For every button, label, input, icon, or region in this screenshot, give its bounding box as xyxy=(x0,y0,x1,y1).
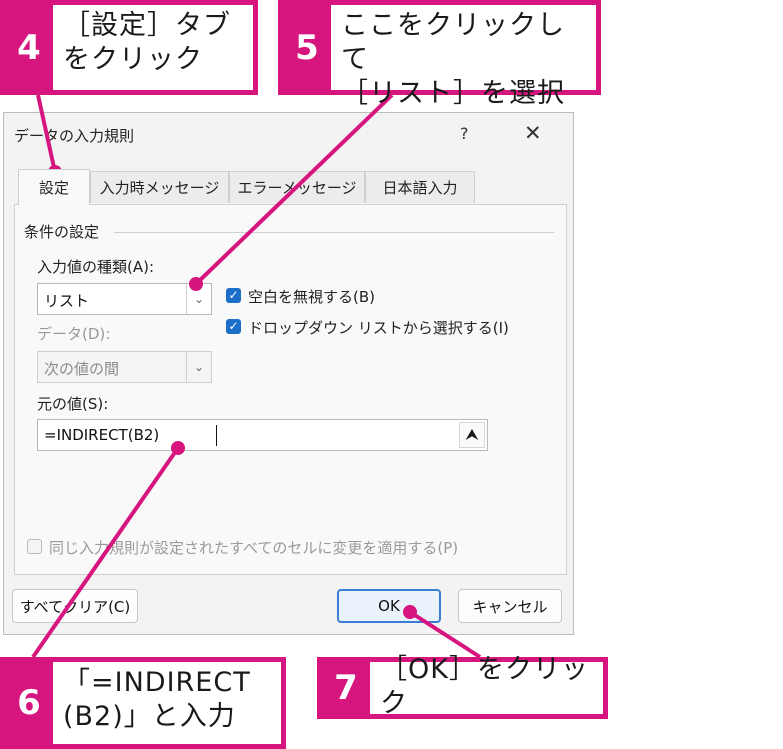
section-label: 条件の設定 xyxy=(24,223,100,241)
ignore-blank-label[interactable]: 空白を無視する(B) xyxy=(248,286,375,307)
tab-error-message[interactable]: エラーメッセージ xyxy=(229,171,365,203)
help-button[interactable]: ? xyxy=(460,124,469,143)
allow-combo-value: リスト xyxy=(44,292,90,310)
section-divider xyxy=(114,232,554,233)
tab-ime-mode[interactable]: 日本語入力 xyxy=(365,171,475,203)
callout-step-7: 7 ［OK］をクリック xyxy=(317,654,608,719)
ignore-blank-checkbox[interactable]: ✓ xyxy=(226,288,241,303)
callout-text: 「=INDIRECT (B2)」と入力 xyxy=(63,667,251,732)
callout-step-4: 4 ［設定］タブ をクリック xyxy=(0,0,258,95)
callout-text: ここをクリックして ［リスト］を選択 xyxy=(341,10,565,109)
data-combo: 次の値の間 ⌄ xyxy=(37,351,212,383)
in-cell-dropdown-label[interactable]: ドロップダウン リストから選択する(I) xyxy=(248,317,509,338)
source-input-value: =INDIRECT(B2) xyxy=(44,426,160,444)
collapse-range-icon[interactable]: ⮝ xyxy=(459,422,485,448)
clear-all-button[interactable]: すべてクリア(C) xyxy=(12,589,138,623)
callout-text: ［設定］タブ をクリック xyxy=(63,10,231,75)
chevron-down-icon[interactable]: ⌄ xyxy=(186,284,211,314)
callout-text: ［OK］をクリック xyxy=(380,654,589,719)
source-input[interactable]: =INDIRECT(B2) ⮝ xyxy=(37,419,488,451)
step-number: 6 xyxy=(5,662,53,744)
step-number: 4 xyxy=(5,5,53,90)
data-combo-value: 次の値の間 xyxy=(44,360,120,378)
title-bar: データの入力規則 ? ✕ xyxy=(4,113,573,155)
data-label: データ(D): xyxy=(37,325,111,343)
text-caret xyxy=(216,425,217,446)
callout-step-6: 6 「=INDIRECT (B2)」と入力 xyxy=(0,657,286,749)
apply-all-label: 同じ入力規則が設定されたすべてのセルに変更を適用する(P) xyxy=(49,539,459,557)
allow-combo[interactable]: リスト ⌄ xyxy=(37,283,212,315)
apply-all-checkbox xyxy=(27,539,42,554)
allow-label: 入力値の種類(A): xyxy=(37,258,155,276)
data-validation-dialog: データの入力規則 ? ✕ 設定 入力時メッセージ エラーメッセージ 日本語入力 … xyxy=(3,112,574,635)
callout-step-5: 5 ここをクリックして ［リスト］を選択 xyxy=(278,0,601,109)
tab-settings[interactable]: 設定 xyxy=(18,169,90,205)
close-button[interactable]: ✕ xyxy=(524,121,542,145)
step-number: 7 xyxy=(322,662,370,714)
chevron-down-icon: ⌄ xyxy=(186,352,211,382)
ok-button[interactable]: OK xyxy=(337,589,441,623)
cancel-button[interactable]: キャンセル xyxy=(458,589,562,623)
dialog-title: データの入力規則 xyxy=(14,127,135,145)
tab-input-message[interactable]: 入力時メッセージ xyxy=(90,171,229,203)
in-cell-dropdown-checkbox[interactable]: ✓ xyxy=(226,319,241,334)
source-label: 元の値(S): xyxy=(37,395,109,413)
step-number: 5 xyxy=(283,5,331,90)
